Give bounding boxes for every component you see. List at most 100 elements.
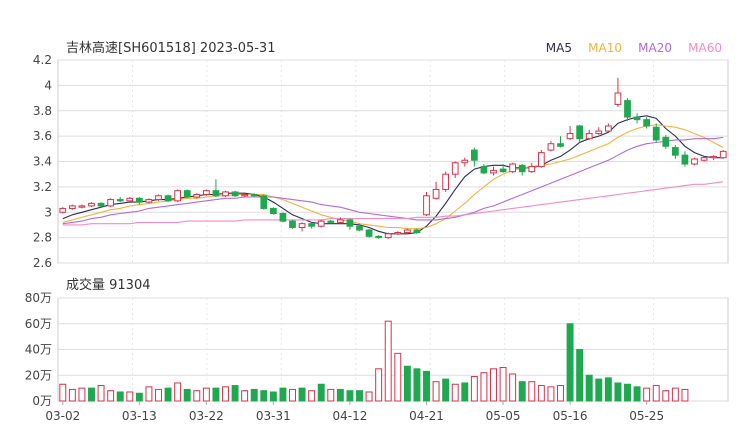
candle-body xyxy=(260,195,268,209)
volume-bar xyxy=(585,374,593,402)
volume-bar xyxy=(174,382,182,402)
candle-body xyxy=(356,225,363,231)
candle-body xyxy=(700,157,708,161)
date-tick-label: 03-22 xyxy=(189,409,224,423)
candle-body xyxy=(442,173,450,190)
candle-body xyxy=(346,219,354,227)
volume-bar xyxy=(78,387,86,402)
candle-body xyxy=(269,207,277,215)
candle-body xyxy=(107,199,115,207)
date-tick-label: 04-21 xyxy=(409,409,444,423)
price-axis: 4.2 4 3.8 3.6 3.4 3.2 3 2.8 2.6 xyxy=(33,53,52,270)
candle-body xyxy=(174,190,182,202)
candle-body xyxy=(461,159,469,164)
legend-ma5: MA5 xyxy=(546,41,572,55)
price-grid xyxy=(57,59,729,264)
ma-legend: MA60 MA20 MA10 MA5 xyxy=(546,41,722,55)
volume-bar xyxy=(518,381,526,402)
volume-bar xyxy=(423,370,430,402)
chart-title: 吉林高速[SH601518] 2023-05-31 xyxy=(66,40,275,56)
candle-body xyxy=(604,125,612,132)
date-tick-label: 04-12 xyxy=(332,409,367,423)
price-tick-label: 2.8 xyxy=(33,231,52,245)
date-tick-label: 05-25 xyxy=(629,409,664,423)
candle-body xyxy=(365,229,373,237)
volume-bar xyxy=(231,385,239,402)
candle-body xyxy=(585,133,593,140)
candle-body xyxy=(327,220,335,223)
candle-body xyxy=(68,205,76,209)
ma-line-ma10 xyxy=(62,124,724,230)
candle-body xyxy=(279,213,287,222)
date-tick-label: 05-16 xyxy=(553,409,588,423)
price-tick-label: 4 xyxy=(44,78,52,92)
volume-bar xyxy=(451,383,459,402)
volume-tick-label: 40万 xyxy=(25,343,52,357)
volume-bar xyxy=(624,383,631,402)
volume-bar xyxy=(327,388,335,402)
volume-bar xyxy=(260,390,268,402)
volume-bar xyxy=(652,385,660,402)
ma-lines xyxy=(62,115,724,235)
volume-tick-label: 80万 xyxy=(25,291,52,305)
volume-bar xyxy=(509,373,517,402)
volume-bar xyxy=(384,320,392,402)
volume-bar xyxy=(394,352,402,402)
legend-ma20: MA20 xyxy=(638,41,672,55)
candle-body xyxy=(202,190,210,195)
volume-bar xyxy=(595,378,603,402)
volume-tick-label: 60万 xyxy=(25,317,52,331)
volume-bar xyxy=(604,377,612,402)
candle-body xyxy=(222,191,229,197)
candle-body xyxy=(576,125,584,140)
volume-bar xyxy=(403,365,411,402)
candle-body xyxy=(403,229,411,234)
candle-body xyxy=(566,133,574,140)
candle-body xyxy=(537,152,545,168)
candle-body xyxy=(212,190,220,197)
candle-body xyxy=(231,191,239,197)
volume-bar xyxy=(461,382,469,402)
price-tick-label: 3.8 xyxy=(33,104,52,118)
candle-body xyxy=(681,154,689,165)
candle-body xyxy=(97,202,105,207)
volume-bar xyxy=(193,390,201,402)
volume-bar xyxy=(155,388,162,402)
price-tick-label: 3 xyxy=(44,205,52,219)
candle-body xyxy=(394,232,402,235)
volume-bar xyxy=(681,388,689,402)
candle-body xyxy=(88,202,95,207)
candle-body xyxy=(375,235,383,239)
candle-body xyxy=(59,207,67,213)
volume-bar xyxy=(308,390,316,402)
volume-bar xyxy=(317,383,325,402)
price-tick-label: 3.6 xyxy=(33,129,52,143)
volume-bar xyxy=(375,368,383,402)
volume-bar xyxy=(289,388,296,402)
candle-body xyxy=(423,195,430,216)
date-tick-label: 03-13 xyxy=(122,409,157,423)
candle-body xyxy=(432,188,440,199)
candle-body xyxy=(155,195,162,201)
volume-tick-label: 0万 xyxy=(32,394,52,408)
candle-body xyxy=(126,197,134,202)
candle-body xyxy=(451,162,459,175)
candle-body xyxy=(643,119,651,127)
volume-bar xyxy=(614,382,622,402)
volume-bar xyxy=(145,386,153,402)
candle-body xyxy=(691,158,698,165)
volume-bar xyxy=(576,349,584,402)
volume-bar xyxy=(547,386,555,402)
price-tick-label: 4.2 xyxy=(33,53,52,67)
volume-bar xyxy=(557,385,564,402)
candle-body xyxy=(317,220,325,227)
candle-body xyxy=(384,233,392,239)
candle-body xyxy=(671,147,679,156)
volume-bar xyxy=(490,368,497,402)
volume-bar xyxy=(269,391,277,402)
date-tick-label: 05-05 xyxy=(486,409,521,423)
price-tick-label: 3.4 xyxy=(33,155,52,169)
candle-body xyxy=(116,199,124,202)
candle-body xyxy=(509,163,517,173)
candle-body xyxy=(298,223,306,228)
